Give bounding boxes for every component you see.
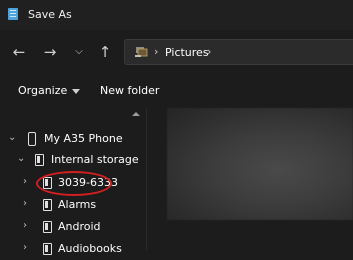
chevron-right-icon[interactable]: › — [23, 176, 27, 188]
title-bar: Save As — [0, 0, 353, 30]
navigation-pane[interactable]: ⌄ My A35 Phone ⌄ Internal storage › 3039… — [0, 108, 146, 255]
breadcrumb-pictures[interactable]: Pictures — [165, 46, 209, 59]
folder-icon — [43, 221, 52, 233]
window-title: Save As — [28, 8, 72, 21]
phone-location-icon — [135, 47, 148, 57]
arrow-left-icon: ← — [12, 43, 26, 61]
scroll-up-icon[interactable] — [132, 112, 140, 116]
folder-icon — [43, 199, 52, 211]
tree-item-label: Android — [58, 220, 101, 233]
phone-icon — [28, 132, 36, 146]
tree-item-label: My A35 Phone — [44, 132, 123, 145]
address-bar[interactable]: › Pictures › — [124, 39, 353, 65]
file-list-pane[interactable] — [147, 108, 353, 250]
organize-label: Organize — [18, 84, 68, 97]
tree-item-phone[interactable]: ⌄ My A35 Phone — [0, 128, 128, 150]
tree-item-folder[interactable]: › Alarms — [0, 194, 128, 216]
command-bar: Organize New folder — [0, 74, 353, 108]
organize-button[interactable]: Organize — [18, 84, 81, 97]
up-button[interactable]: ↑ — [96, 43, 114, 61]
new-folder-button[interactable]: New folder — [100, 84, 159, 97]
navigation-bar: ← → ⌵ ↑ › Pictures › — [0, 30, 353, 74]
breadcrumb-separator: › — [154, 45, 159, 58]
tree-item-label: 3039-6333 — [58, 176, 118, 189]
tree-item-folder[interactable]: › Audiobooks — [0, 238, 128, 260]
tree-item-label: Alarms — [58, 198, 97, 211]
chevron-down-icon[interactable]: ⌄ — [8, 132, 16, 144]
tree-item-internal-storage[interactable]: ⌄ Internal storage — [0, 149, 139, 171]
tree-item-folder[interactable]: › Android — [0, 216, 128, 238]
dropdown-caret-icon — [72, 88, 81, 94]
tree-item-label: Audiobooks — [58, 242, 122, 255]
chevron-down-icon[interactable]: ⌄ — [17, 153, 25, 165]
image-thumbnail[interactable] — [167, 108, 353, 220]
tree-item-folder[interactable]: › 3039-6333 — [0, 172, 128, 194]
breadcrumb-separator: › — [207, 45, 212, 58]
new-folder-label: New folder — [100, 84, 160, 97]
folder-icon — [43, 177, 52, 189]
storage-icon — [35, 154, 44, 166]
chevron-down-icon: ⌵ — [75, 46, 83, 57]
recent-locations-button[interactable]: ⌵ — [70, 43, 88, 61]
tree-item-label: Internal storage — [51, 153, 139, 166]
back-button[interactable]: ← — [10, 43, 28, 61]
chevron-right-icon[interactable]: › — [23, 242, 27, 254]
save-dialog-icon — [8, 8, 18, 20]
arrow-right-icon: → — [43, 43, 57, 61]
forward-button[interactable]: → — [41, 43, 59, 61]
arrow-up-icon: ↑ — [98, 43, 112, 61]
chevron-right-icon[interactable]: › — [23, 198, 27, 210]
chevron-right-icon[interactable]: › — [23, 220, 27, 232]
navigation-scrollbar[interactable] — [128, 108, 146, 250]
folder-icon — [43, 243, 52, 255]
